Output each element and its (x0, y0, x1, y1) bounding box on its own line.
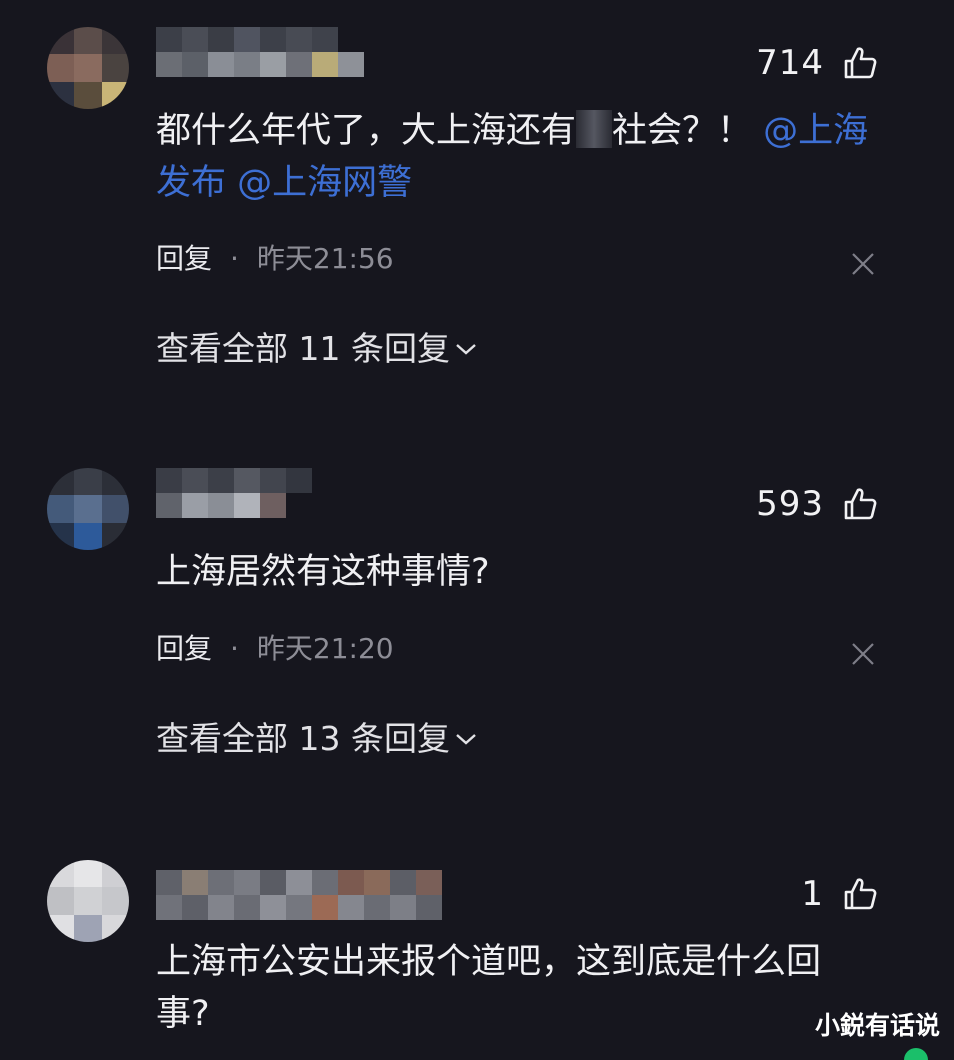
view-replies-button[interactable]: 查看全部 13 条回复 (156, 722, 478, 755)
comment-text: 上海市公安出来报个道吧，这到底是什么回事? (156, 942, 822, 1034)
view-replies-button[interactable]: 查看全部 11 条回复 (156, 332, 478, 365)
mention-link[interactable]: @上海网警 (237, 163, 412, 203)
reply-button[interactable]: 回复 (156, 635, 212, 663)
comment-text: 都什么年代了，大上海还有 社会？！ @上海 发布 @上海网警 (156, 110, 869, 203)
thumbs-up-icon[interactable] (842, 486, 878, 522)
chevron-down-icon (456, 343, 476, 355)
meta-separator: · (230, 242, 239, 275)
thumbs-up-icon[interactable] (842, 876, 878, 912)
redacted-character (576, 110, 613, 148)
meta-separator: · (230, 632, 239, 665)
username-blurred[interactable] (156, 468, 312, 518)
avatar[interactable] (47, 860, 129, 942)
username-blurred[interactable] (156, 870, 442, 920)
like-group[interactable]: 1 (801, 876, 878, 912)
mention-link[interactable]: @上海 (763, 111, 868, 151)
thumbs-up-icon[interactable] (842, 45, 878, 81)
like-count: 593 (756, 484, 824, 524)
timestamp: 昨天21:56 (256, 242, 394, 275)
reply-button[interactable]: 回复 (156, 245, 212, 273)
username-blurred[interactable] (156, 27, 364, 77)
timestamp: 昨天21:20 (256, 632, 394, 665)
comments-page: 714 都什么年代了，大上海还有 社会？！ @上海 发布 @上海网警 回复 · 昨… (0, 0, 954, 1060)
close-icon[interactable] (850, 251, 876, 277)
status-badge (904, 1048, 928, 1060)
comment-meta: 回复 · 昨天21:20 (156, 635, 394, 663)
watermark: 小鋭有话说 (814, 1011, 940, 1040)
comment-meta: 回复 · 昨天21:56 (156, 245, 394, 273)
avatar[interactable] (47, 27, 129, 109)
like-group[interactable]: 593 (756, 486, 878, 522)
mention-link[interactable]: 发布 (156, 163, 226, 203)
like-count: 1 (801, 874, 824, 914)
like-group[interactable]: 714 (756, 45, 878, 81)
comment-text: 上海居然有这种事情? (156, 552, 490, 592)
chevron-down-icon (456, 733, 476, 745)
like-count: 714 (756, 43, 824, 83)
avatar[interactable] (47, 468, 129, 550)
close-icon[interactable] (850, 641, 876, 667)
